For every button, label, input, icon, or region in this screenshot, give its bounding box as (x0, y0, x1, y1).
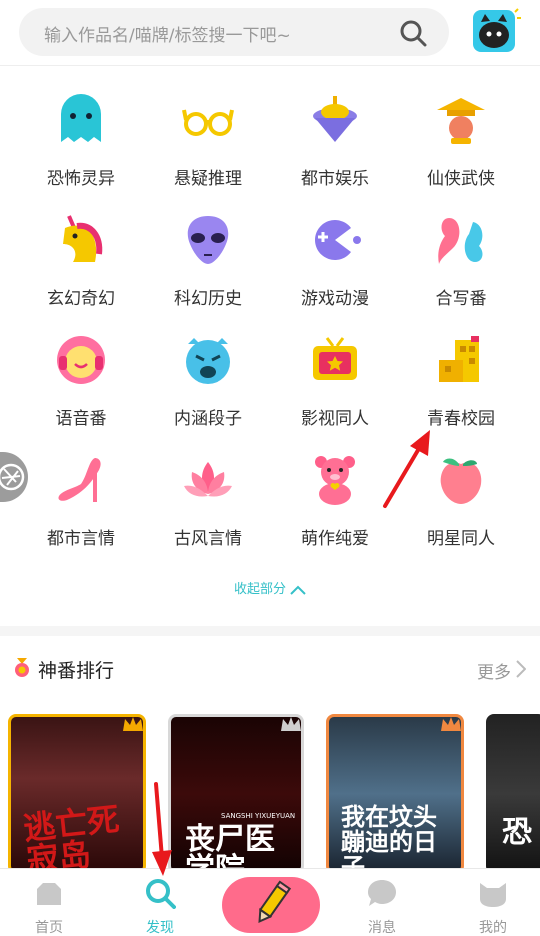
book-cover[interactable]: 恐 (486, 714, 540, 874)
search-icon[interactable] (399, 19, 427, 47)
book-cover[interactable]: 我在坟头蹦迪的日子 (326, 714, 464, 874)
headphones-face-icon (57, 336, 105, 384)
chevron-right-icon[interactable] (516, 660, 526, 678)
book-cover[interactable]: 逃亡死寂岛 (8, 714, 146, 874)
category-horror[interactable]: 恐怖灵异 (20, 66, 140, 189)
book-title: 逃亡死寂岛 (21, 799, 122, 874)
book-subtitle: SANGSHI YIXUEYUAN (221, 812, 296, 820)
spinning-top-icon (313, 96, 357, 142)
ghost-icon (61, 94, 101, 142)
category-romance-ancient[interactable]: 古风言情 (147, 426, 267, 549)
bottom-tab-bar: 首页 发现 消息 我的 (0, 868, 540, 936)
search-icon (146, 879, 176, 909)
category-mystery[interactable]: 悬疑推理 (147, 66, 267, 189)
crying-face-icon (186, 338, 230, 384)
chevron-up-icon (290, 585, 306, 595)
pencil-icon (258, 880, 292, 923)
chat-bubble-icon (368, 880, 396, 906)
tab-messages[interactable]: 消息 (342, 869, 422, 936)
tab-discover[interactable]: 发现 (120, 869, 200, 936)
crown-icon (441, 717, 461, 731)
aperture-icon (0, 463, 25, 491)
category-star-fanfic[interactable]: 明星同人 (400, 426, 520, 549)
top-bar: 输入作品名/喵牌/标签搜一下吧~ (0, 0, 540, 66)
peach-icon (440, 458, 482, 504)
category-grid: 恐怖灵异 悬疑推理 都市娱乐 仙侠武侠 玄幻奇幻 科幻历史 游戏动漫 合写番 语… (0, 66, 540, 626)
avatar[interactable] (471, 8, 521, 56)
collapse-toggle[interactable]: 收起部分 (0, 578, 540, 597)
category-campus[interactable]: 青春校园 (400, 306, 520, 429)
category-fantasy[interactable]: 玄幻奇幻 (20, 186, 140, 309)
floating-camera-button[interactable] (0, 452, 28, 502)
unicorn-icon (63, 215, 103, 262)
alien-icon (187, 216, 229, 264)
tv-icon (313, 337, 357, 380)
straw-hat-icon (437, 98, 485, 144)
teddy-bear-icon (315, 456, 355, 505)
category-jokes[interactable]: 内涵段子 (147, 306, 267, 429)
category-scifi[interactable]: 科幻历史 (147, 186, 267, 309)
pacman-icon (315, 220, 361, 260)
more-link[interactable]: 更多 (477, 658, 511, 683)
search-input[interactable]: 输入作品名/喵牌/标签搜一下吧~ (19, 8, 449, 56)
category-cowrite[interactable]: 合写番 (400, 186, 520, 309)
book-title: 我在坟头蹦迪的日子 (341, 803, 437, 874)
category-xianxia[interactable]: 仙侠武侠 (400, 66, 520, 189)
book-cover[interactable]: 丧尸医学院 SANGSHI YIXUEYUAN (168, 714, 304, 874)
crown-icon (281, 717, 301, 731)
crown-icon (123, 717, 143, 731)
tab-home[interactable]: 首页 (9, 869, 89, 936)
glasses-icon (182, 109, 234, 136)
category-games[interactable]: 游戏动漫 (274, 186, 394, 309)
medal-icon (15, 658, 29, 677)
tab-mine[interactable]: 我的 (453, 869, 533, 936)
write-button[interactable] (222, 877, 320, 933)
category-audio[interactable]: 语音番 (20, 306, 140, 429)
fish-pair-icon (438, 218, 483, 264)
category-pure-love[interactable]: 萌作纯爱 (274, 426, 394, 549)
home-icon (37, 883, 61, 905)
school-building-icon (439, 336, 479, 382)
category-tv-fanfic[interactable]: 影视同人 (274, 306, 394, 429)
book-title: 丧尸医学院 (185, 822, 275, 874)
category-romance-urban[interactable]: 都市言情 (20, 426, 140, 549)
ranking-title: 神番排行 (38, 660, 115, 682)
cat-head-icon (480, 883, 506, 907)
book-title: 恐 (502, 815, 532, 850)
category-urban-ent[interactable]: 都市娱乐 (274, 66, 394, 189)
search-placeholder: 输入作品名/喵牌/标签搜一下吧~ (44, 26, 291, 46)
lotus-icon (184, 462, 232, 497)
collapse-label: 收起部分 (233, 582, 286, 597)
high-heel-icon (58, 458, 101, 502)
